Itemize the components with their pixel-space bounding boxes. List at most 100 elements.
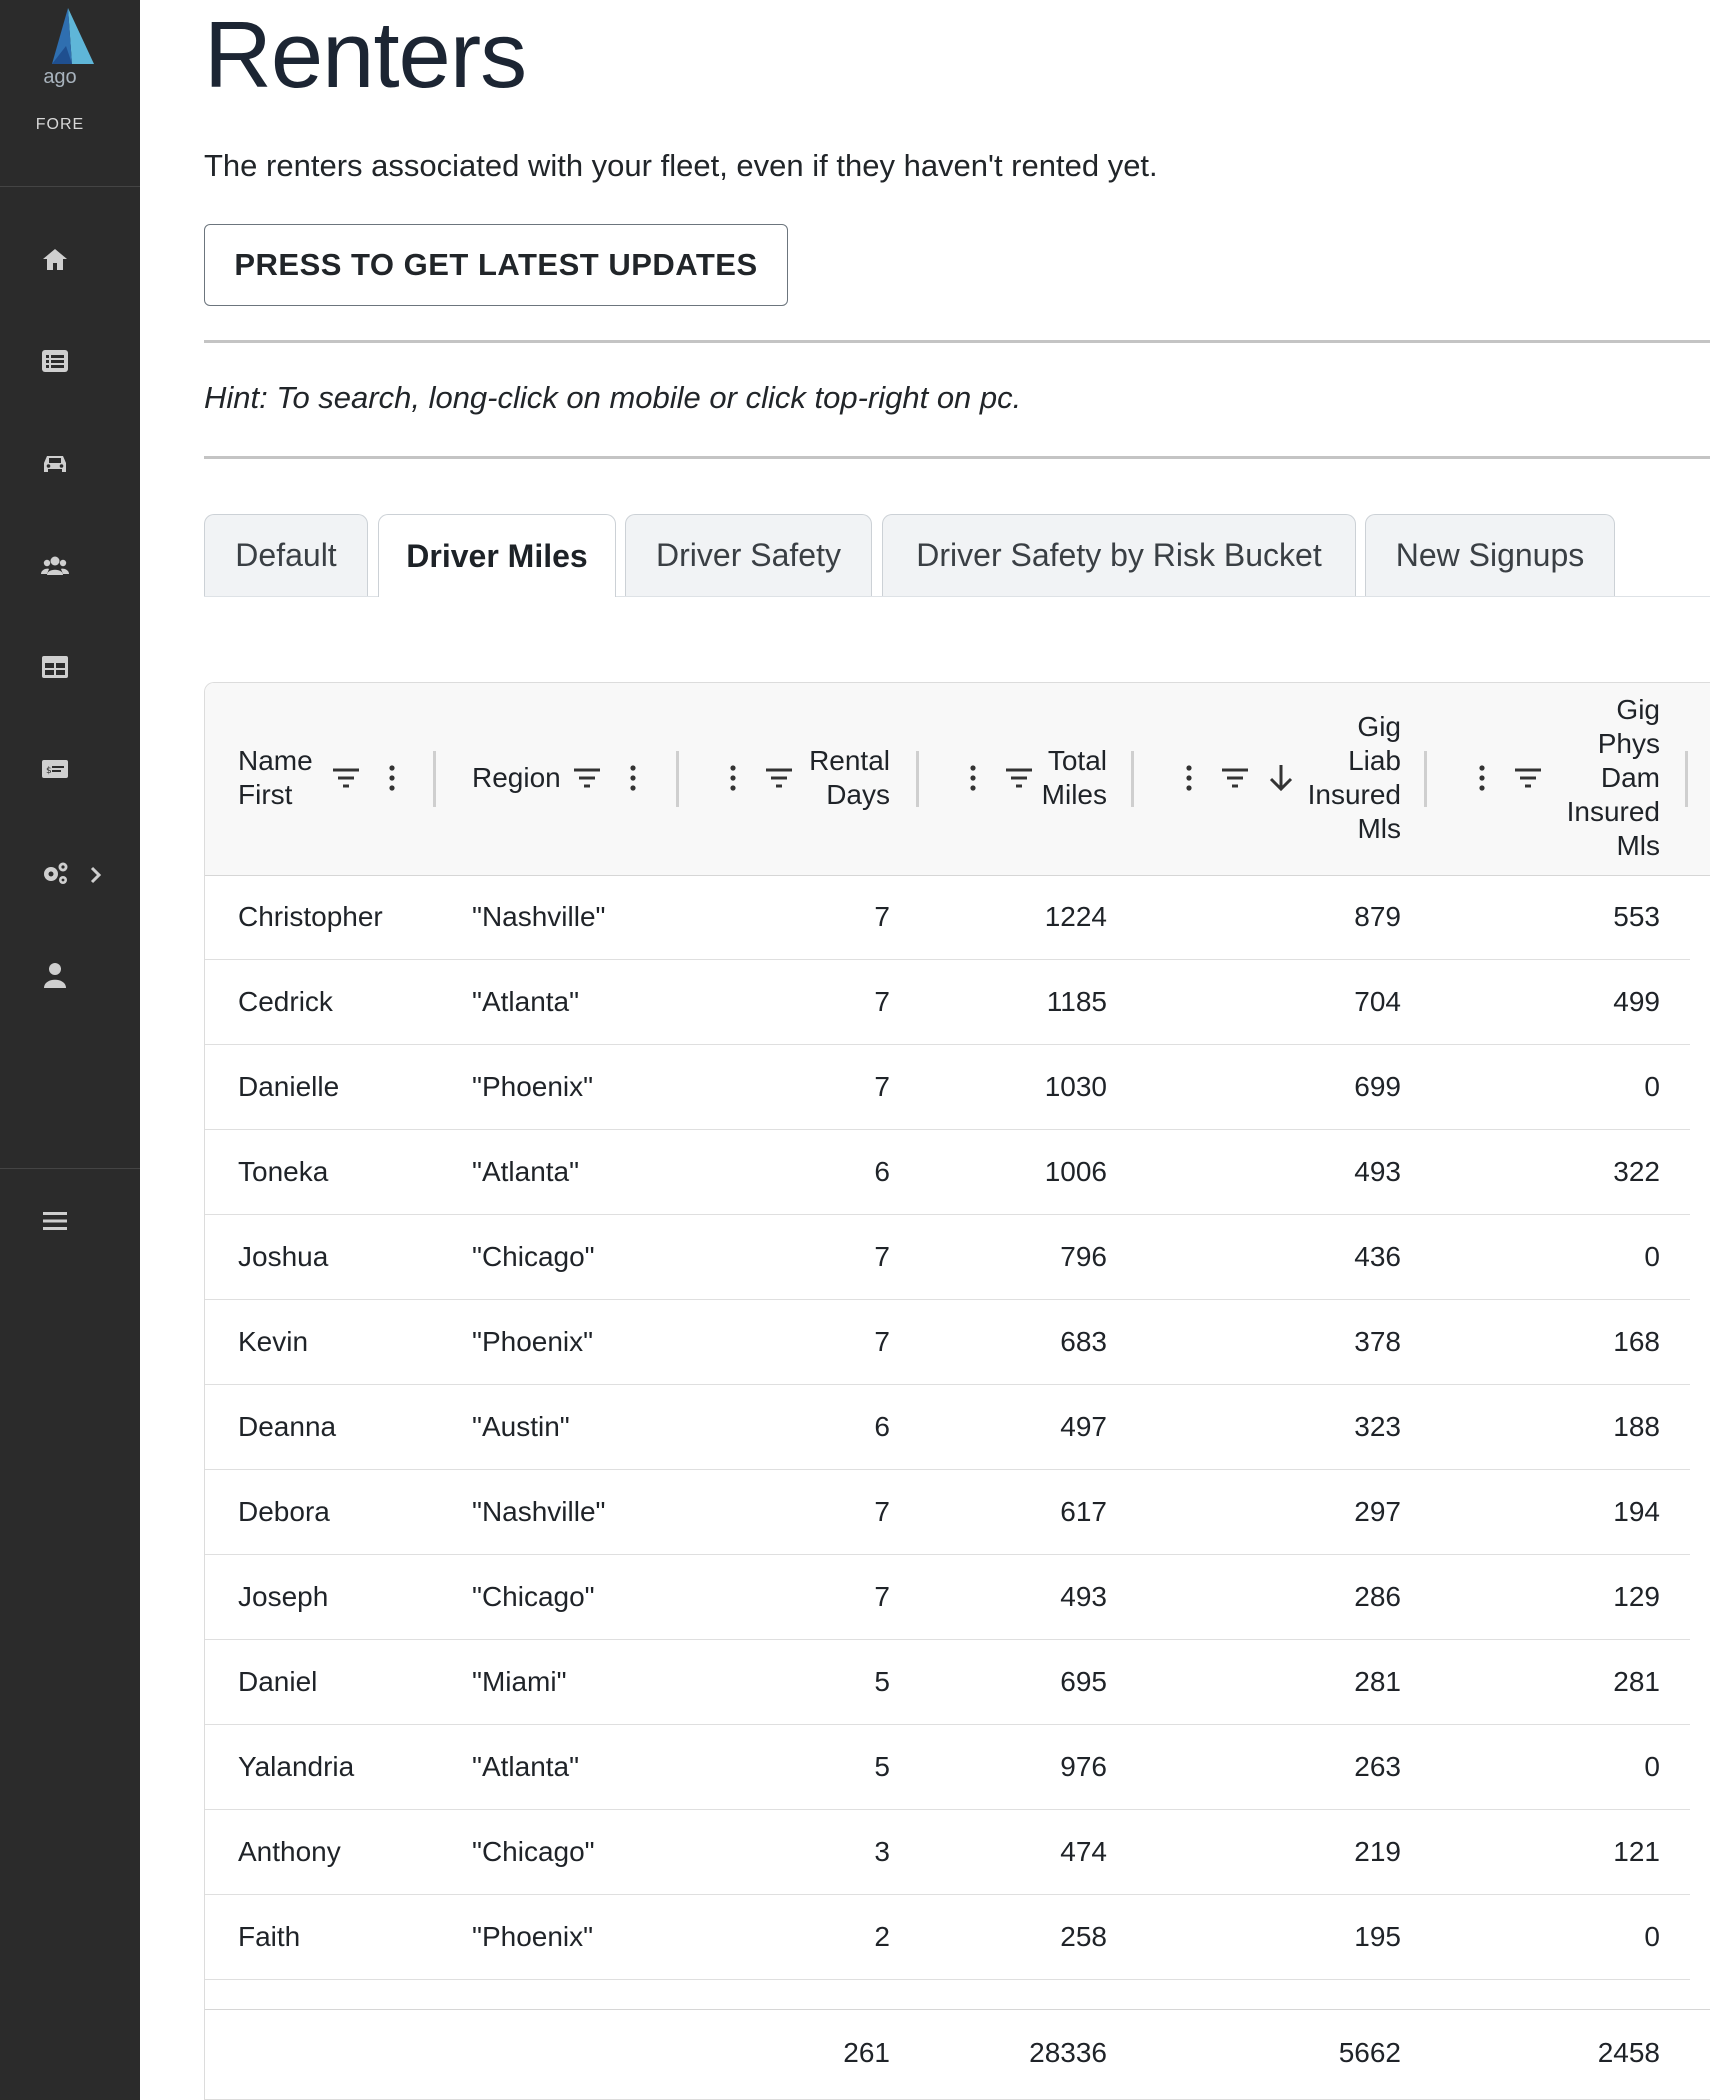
filter-icon[interactable]: [1218, 761, 1252, 795]
users-icon[interactable]: [40, 550, 70, 580]
table-row[interactable]: Debora "Nashville" 7 617 297 194: [205, 1470, 1690, 1555]
total-miles: 28336: [1029, 2037, 1107, 2068]
column-resize-handle[interactable]: [433, 751, 436, 807]
column-resize-handle[interactable]: [916, 751, 919, 807]
list-icon[interactable]: [40, 346, 70, 376]
cell-gig-phys-dam-insured-mls: 322: [1613, 1156, 1660, 1187]
cell-total-miles: 493: [1060, 1581, 1107, 1612]
filter-icon[interactable]: [1511, 761, 1545, 795]
get-latest-updates-button[interactable]: PRESS TO GET LATEST UPDATES: [204, 224, 788, 306]
cell-region: "Phoenix": [472, 1071, 594, 1102]
table-row[interactable]: Kevin "Phoenix" 7 683 378 168: [205, 1300, 1690, 1385]
sidebar-divider: [0, 1168, 140, 1169]
column-resize-handle[interactable]: [1685, 751, 1688, 807]
header-line: Dam: [1600, 762, 1660, 793]
home-icon[interactable]: [40, 244, 70, 274]
column-menu-icon[interactable]: [616, 761, 650, 795]
tab-driver-safety[interactable]: Driver Safety: [625, 514, 872, 596]
cell-name-first: Daniel: [238, 1666, 318, 1697]
column-header-rental-days[interactable]: Rental Days: [795, 744, 890, 812]
cell-gig-liab-insured-mls: 186: [1265, 1980, 1401, 2009]
cell-name-first: Brandie: [238, 1980, 438, 2009]
table-row[interactable]: Joshua "Chicago" 7 796 436 0: [205, 1215, 1690, 1300]
column-resize-handle[interactable]: [676, 751, 679, 807]
sidebar-divider: [0, 186, 140, 187]
table-icon[interactable]: [40, 652, 70, 682]
filter-icon[interactable]: [329, 761, 363, 795]
cell-total-miles: 1030: [1044, 1071, 1107, 1102]
table-row[interactable]: Christopher "Nashville" 7 1224 879 553: [205, 875, 1690, 960]
column-menu-icon[interactable]: [1465, 761, 1499, 795]
cell-rental-days: 6: [874, 1411, 890, 1442]
cell-rental-days: 7: [874, 1326, 890, 1357]
cell-gig-phys-dam-insured-mls: 499: [1613, 986, 1660, 1017]
table-row[interactable]: Danielle "Phoenix" 7 1030 699 0: [205, 1045, 1690, 1130]
table-row[interactable]: Brandie "Nashville" 5 670 186 0: [205, 1980, 1690, 2009]
tab-driver-safety-by-risk-bucket[interactable]: Driver Safety by Risk Bucket: [882, 514, 1356, 596]
header-line: Insured: [1566, 796, 1660, 827]
cell-name-first: Christopher: [238, 901, 383, 932]
tab-new-signups[interactable]: New Signups: [1365, 514, 1615, 596]
column-menu-icon[interactable]: [716, 761, 750, 795]
column-menu-icon[interactable]: [956, 761, 990, 795]
table-row[interactable]: Cedrick "Atlanta" 7 1185 704 499: [205, 960, 1690, 1045]
header-line: Liab: [1348, 745, 1401, 776]
total-cell: [472, 2010, 672, 2096]
cell-gig-phys-dam-insured-mls: 121: [1613, 1836, 1660, 1867]
cell-total-miles: 796: [1060, 1241, 1107, 1272]
column-resize-handle[interactable]: [1424, 751, 1427, 807]
filter-icon[interactable]: [570, 761, 604, 795]
cell-total-miles: 1224: [1044, 901, 1107, 932]
cell-rental-days: 7: [874, 1496, 890, 1527]
sort-descending-icon[interactable]: [1264, 761, 1298, 795]
cell-rental-days: 7: [874, 1071, 890, 1102]
table-row[interactable]: Deanna "Austin" 6 497 323 188: [205, 1385, 1690, 1470]
car-icon[interactable]: [40, 448, 70, 478]
column-resize-handle[interactable]: [1131, 751, 1134, 807]
cell-name-first: Faith: [238, 1921, 301, 1952]
cell-total-miles: 683: [1060, 1326, 1107, 1357]
table-row[interactable]: Daniel "Miami" 5 695 281 281: [205, 1640, 1690, 1725]
cell-gig-phys-dam-insured-mls: 188: [1613, 1411, 1660, 1442]
cell-name-first: Kevin: [238, 1326, 309, 1357]
column-header-gig-liab-insured-mls[interactable]: Gig Liab Insured Mls: [1295, 710, 1401, 846]
header-line: Gig: [1616, 694, 1660, 725]
settings-icon[interactable]: [40, 858, 70, 888]
column-header-total-miles[interactable]: Total Miles: [1025, 744, 1107, 812]
total-rental-days: 261: [843, 2037, 890, 2068]
column-header-region[interactable]: Region: [472, 761, 561, 795]
cell-rental-days: 6: [874, 1156, 890, 1187]
menu-icon[interactable]: [40, 1206, 70, 1236]
column-menu-icon[interactable]: [375, 761, 409, 795]
cell-rental-days: 7: [874, 1581, 890, 1612]
cell-rental-days: 3: [874, 1836, 890, 1867]
cell-name-first: Toneka: [238, 1156, 329, 1187]
table-row[interactable]: Yalandria "Atlanta" 5 976 263 0: [205, 1725, 1690, 1810]
cell-rental-days: 2: [874, 1921, 890, 1952]
header-line: Rental: [809, 745, 890, 776]
filter-icon[interactable]: [762, 761, 796, 795]
user-icon[interactable]: [40, 960, 70, 990]
chevron-right-icon[interactable]: [86, 860, 106, 890]
table-row[interactable]: Faith "Phoenix" 2 258 195 0: [205, 1895, 1690, 1980]
cell-gig-liab-insured-mls: 286: [1354, 1581, 1401, 1612]
cell-gig-phys-dam-insured-mls: 281: [1613, 1666, 1660, 1697]
cell-name-first: Anthony: [238, 1836, 341, 1867]
column-header-name-first[interactable]: Name First: [238, 744, 313, 812]
column-header-gig-phys-dam-insured-mls[interactable]: Gig Phys Dam Insured Mls: [1545, 693, 1660, 863]
column-menu-icon[interactable]: [1172, 761, 1206, 795]
tab-default[interactable]: Default: [204, 514, 368, 596]
table-header: Name First Region Rental Days Total Mile…: [205, 683, 1710, 876]
cell-region: "Nashville": [472, 1496, 606, 1527]
brand[interactable]: ago FORE: [0, 0, 140, 186]
table-row[interactable]: Joseph "Chicago" 7 493 286 129: [205, 1555, 1690, 1640]
divider: [204, 456, 1710, 459]
header-line: Mls: [1357, 813, 1401, 844]
tab-driver-miles[interactable]: Driver Miles: [378, 514, 616, 597]
table-row[interactable]: Toneka "Atlanta" 6 1006 493 322: [205, 1130, 1690, 1215]
cell-rental-days: 5: [874, 1751, 890, 1782]
table-row[interactable]: Anthony "Chicago" 3 474 219 121: [205, 1810, 1690, 1895]
cell-total-miles: 474: [1060, 1836, 1107, 1867]
billing-icon[interactable]: $: [40, 754, 70, 784]
page-subtitle: The renters associated with your fleet, …: [204, 148, 1158, 183]
